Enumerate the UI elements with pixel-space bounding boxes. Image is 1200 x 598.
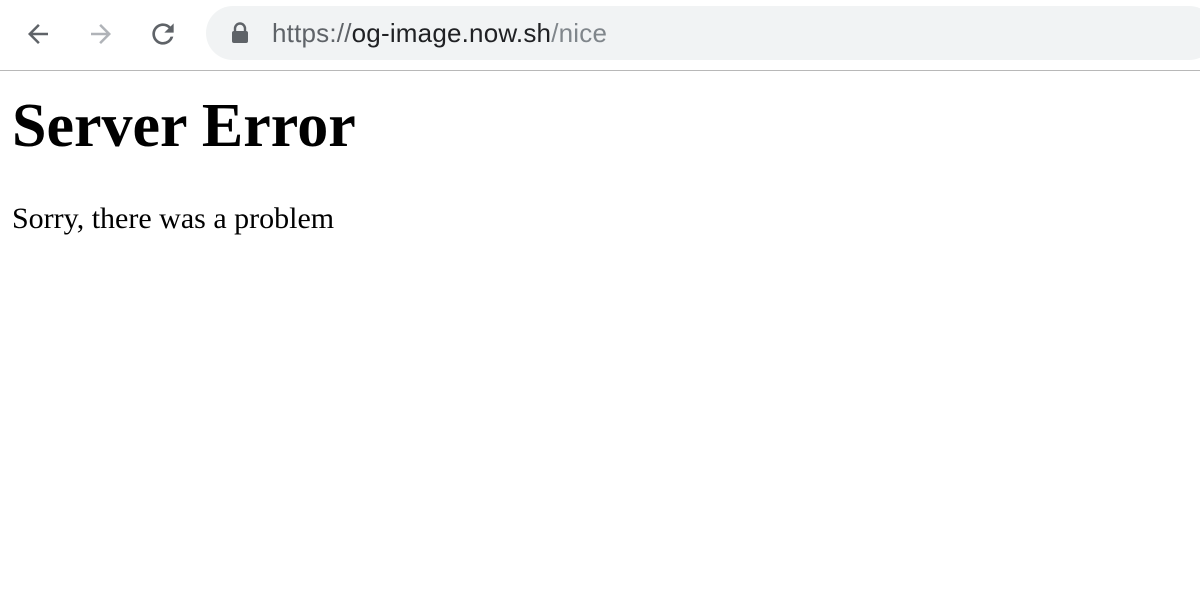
url-path: /nice [551, 18, 608, 48]
arrow-left-icon [28, 24, 48, 44]
url-text: https://og-image.now.sh/nice [272, 6, 607, 60]
back-button[interactable] [18, 14, 58, 54]
page-title: Server Error [12, 92, 356, 160]
page-content: Server Error Sorry, there was a problem [12, 72, 1192, 236]
url-scheme: https:// [272, 18, 352, 48]
lock-icon [232, 22, 248, 43]
forward-button[interactable] [81, 14, 121, 54]
address-bar[interactable]: https://og-image.now.sh/nice [206, 6, 1200, 60]
browser-toolbar: https://og-image.now.sh/nice [0, 0, 1200, 71]
reload-icon [152, 23, 174, 45]
url-host: og-image.now.sh [351, 18, 552, 48]
arrow-right-icon [91, 24, 111, 44]
reload-button[interactable] [143, 14, 183, 54]
error-message: Sorry, there was a problem [12, 202, 335, 235]
